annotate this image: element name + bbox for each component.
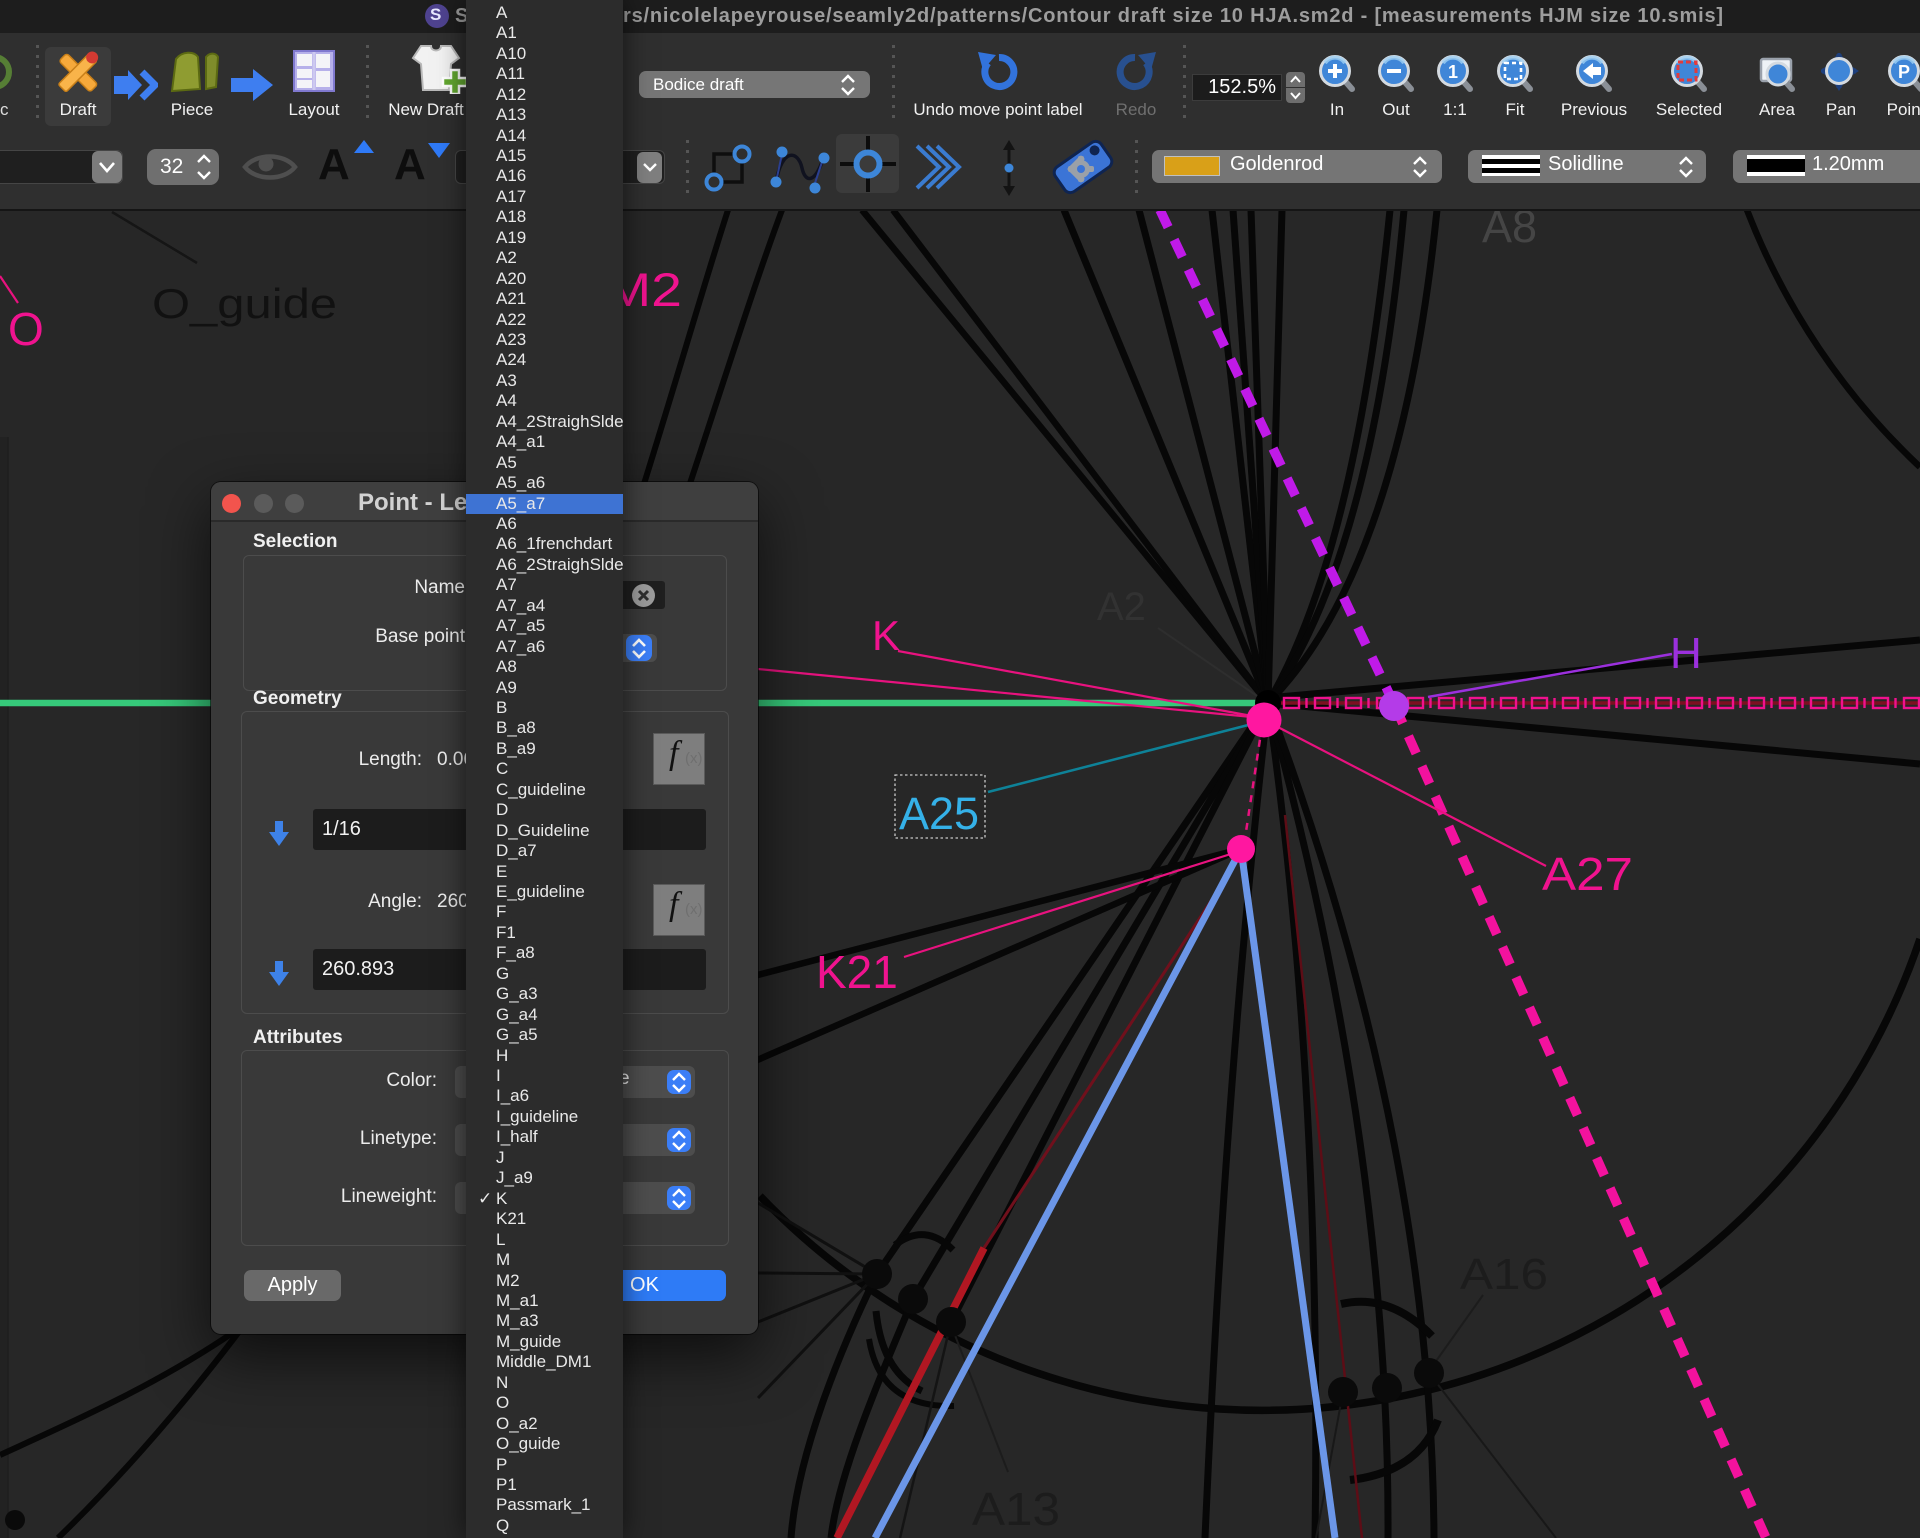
svg-text:O_guide: O_guide (152, 280, 337, 327)
svg-text:A2: A2 (1097, 585, 1146, 629)
svg-text:A25: A25 (899, 788, 979, 839)
svg-text:A27: A27 (1542, 848, 1633, 900)
svg-text:K: K (872, 612, 900, 659)
svg-text:1: 1 (1448, 62, 1458, 82)
svg-text:O: O (8, 303, 44, 355)
svg-text:P: P (1898, 62, 1910, 82)
svg-text:A16: A16 (1460, 1250, 1548, 1299)
svg-text:A13: A13 (972, 1483, 1060, 1535)
svg-text:K21: K21 (816, 946, 898, 998)
svg-text:H: H (1670, 629, 1702, 678)
